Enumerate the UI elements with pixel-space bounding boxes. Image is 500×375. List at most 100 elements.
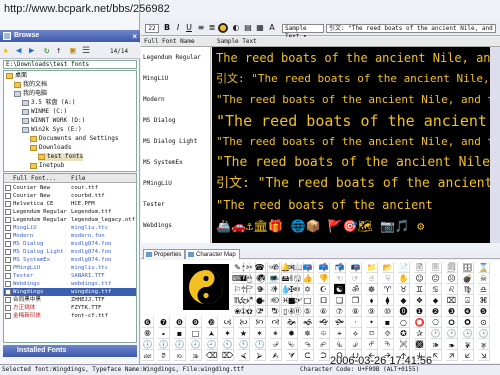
char-cell[interactable]: ✞ <box>254 284 266 295</box>
char-cell[interactable]: ❖ <box>414 295 426 306</box>
font-preview-row[interactable]: PMingLiU 引文: "The reed boats of the ancie… <box>141 173 500 195</box>
char-cell[interactable]: ✍ <box>270 273 282 284</box>
char-cell[interactable]: 🙒 <box>174 350 186 361</box>
char-cell[interactable]: ⑦ <box>334 306 346 317</box>
char-cell[interactable]: ⮙ <box>270 350 282 361</box>
char-cell[interactable]: ✴ <box>270 328 282 339</box>
char-cell[interactable]: 📫 <box>318 262 330 273</box>
char-cell[interactable]: ♎ <box>478 284 490 295</box>
char-cell[interactable]: ⑥ <box>318 306 330 317</box>
tree-item[interactable]: Documents and Settings <box>30 135 118 143</box>
font-preview-row[interactable]: Webdings 🚢🚗⚓🏛🎁 🌐📦 🚩🎯🗺 📷🎵 ⚙ <box>141 215 500 237</box>
char-cell[interactable]: 🕐 <box>430 328 442 339</box>
char-cell[interactable]: ⯑ <box>382 328 394 339</box>
char-cell[interactable]: 🙕 <box>430 339 442 350</box>
char-cell[interactable]: ♋ <box>430 284 442 295</box>
char-cell[interactable]: ✉ <box>286 262 298 273</box>
char-cell[interactable]: ॐ <box>350 284 362 295</box>
char-cell[interactable]: 🟂 <box>206 328 218 339</box>
char-cell[interactable]: 🞐 <box>318 295 330 306</box>
italic-icon[interactable]: I <box>173 23 183 33</box>
char-cell[interactable]: ⮲ <box>302 339 314 350</box>
folder-tree[interactable]: 桌面 我的文档 我的电脑 3.5 软盘 (A:) WINME (C:) WINN… <box>3 70 137 172</box>
col-name-header[interactable]: Full Font... <box>13 174 56 183</box>
char-cell[interactable]: ✡ <box>302 284 314 295</box>
char-cell[interactable]: ❑ <box>334 295 346 306</box>
char-cell[interactable]: ⭕ <box>414 317 426 328</box>
font-file-row[interactable]: 金梅新印体 font-cf.ttf <box>4 312 136 320</box>
char-cell[interactable]: ⌫ <box>206 350 218 361</box>
font-file-row[interactable]: Helvetica CE HCE.PFM <box>4 200 136 208</box>
palette-icon[interactable]: ◐ <box>231 23 241 33</box>
font-preview-row[interactable]: MS Dialog "The reed boats of the ancient <box>141 110 500 132</box>
char-cell[interactable]: 🗐 <box>446 262 458 273</box>
font-preview-row[interactable]: Wingdings✂✍⚒☎ ✉✈☺♒ ✆☸❖ ✎✌ <box>141 236 500 243</box>
char-cell[interactable]: ♌ <box>446 284 458 295</box>
tree-item-selected[interactable]: test fonts <box>38 153 84 161</box>
path-field[interactable]: E:\Downloads\test fonts <box>3 60 137 69</box>
text-mode-icon[interactable]: A <box>267 23 277 33</box>
char-cell[interactable]: 🖬 <box>238 273 250 284</box>
grid-view-icon[interactable]: ▦ <box>255 23 265 33</box>
char-cell[interactable]: 🕓 <box>478 328 490 339</box>
char-cell[interactable]: ❶ <box>414 306 426 317</box>
char-cell[interactable]: 🡯 <box>462 350 474 361</box>
char-cell[interactable]: ⑤ <box>302 306 314 317</box>
font-file-row[interactable]: MS SystemEx msdlg874.fon <box>4 256 136 264</box>
refresh-icon[interactable]: ↻ <box>44 46 49 56</box>
char-cell[interactable]: 📪 <box>302 262 314 273</box>
up-icon[interactable]: ↑ <box>56 46 61 56</box>
char-cell[interactable]: 🕖 <box>174 339 186 350</box>
char-cell[interactable]: 🕯 <box>238 262 250 273</box>
char-cell[interactable]: ⊙ <box>478 317 490 328</box>
char-cell[interactable]: ★ <box>238 328 250 339</box>
char-cell[interactable]: 🙔 <box>446 339 458 350</box>
char-cell[interactable]: 🡭 <box>446 350 458 361</box>
tree-item[interactable]: Downloads <box>30 144 72 152</box>
full-font-name-header[interactable]: Full Font Name <box>144 37 195 47</box>
char-cell[interactable]: 🙢 <box>222 317 234 328</box>
char-cell[interactable]: ⌛ <box>478 262 490 273</box>
preview-scrollbar[interactable] <box>490 47 500 243</box>
char-cell[interactable]: ⌦ <box>222 350 234 361</box>
char-cell[interactable]: ● <box>254 295 266 306</box>
char-cell[interactable]: ⮊ <box>318 350 330 361</box>
forward-icon[interactable]: ▶ <box>29 46 34 56</box>
font-file-row[interactable]: 方正姚体 FZYTK.TTF <box>4 304 136 312</box>
char-cell[interactable]: 🕔 <box>142 339 154 350</box>
char-cell[interactable]: ❻ <box>142 317 154 328</box>
char-cell[interactable]: ❍ <box>270 295 282 306</box>
char-cell[interactable]: 😐 <box>430 273 442 284</box>
char-cell[interactable]: ⌧ <box>446 295 458 306</box>
char-cell[interactable]: ✇ <box>254 273 266 284</box>
char-cell[interactable]: ⟡ <box>350 328 362 339</box>
char-cell[interactable]: ❾ <box>190 317 202 328</box>
char-cell[interactable]: 🕒 <box>462 328 474 339</box>
char-cell[interactable]: ♉ <box>398 284 410 295</box>
char-cell[interactable]: 🕘 <box>206 339 218 350</box>
font-file-row[interactable]: Legendum Regular legendum_legacy.otf <box>4 216 136 224</box>
char-cell[interactable]: 🗄 <box>462 262 474 273</box>
char-cell[interactable]: 🕑 <box>446 328 458 339</box>
char-cell[interactable]: · <box>350 317 362 328</box>
char-cell[interactable]: 🞅 <box>430 317 442 328</box>
char-cell[interactable]: ♊ <box>414 284 426 295</box>
char-cell[interactable]: ◆ <box>398 295 410 306</box>
tab-properties[interactable]: Properties <box>143 249 186 259</box>
font-file-row[interactable]: MS Dialog msdlg874.fon <box>4 240 136 248</box>
char-cell[interactable]: ④ <box>286 306 298 317</box>
char-cell[interactable]: ⮘ <box>238 350 250 361</box>
char-cell[interactable]: ⯐ <box>318 328 330 339</box>
char-cell[interactable]: ⬥ <box>430 295 442 306</box>
underline-icon[interactable]: U <box>184 23 194 33</box>
char-cell[interactable]: 🙫 <box>414 339 426 350</box>
char-cell[interactable]: ☞ <box>350 273 362 284</box>
char-cell[interactable]: 🙐 <box>142 350 154 361</box>
char-cell[interactable]: 🕛 <box>254 339 266 350</box>
char-cell[interactable]: 🙓 <box>190 350 202 361</box>
char-cell[interactable]: 🙠 <box>238 317 250 328</box>
sample-text-header[interactable]: Sample Text <box>217 37 257 47</box>
char-cell[interactable]: ▪ <box>174 328 186 339</box>
font-preview-grid[interactable]: Legendum Regular The reed boats of the an… <box>141 47 500 243</box>
char-cell[interactable]: ○ <box>398 317 410 328</box>
